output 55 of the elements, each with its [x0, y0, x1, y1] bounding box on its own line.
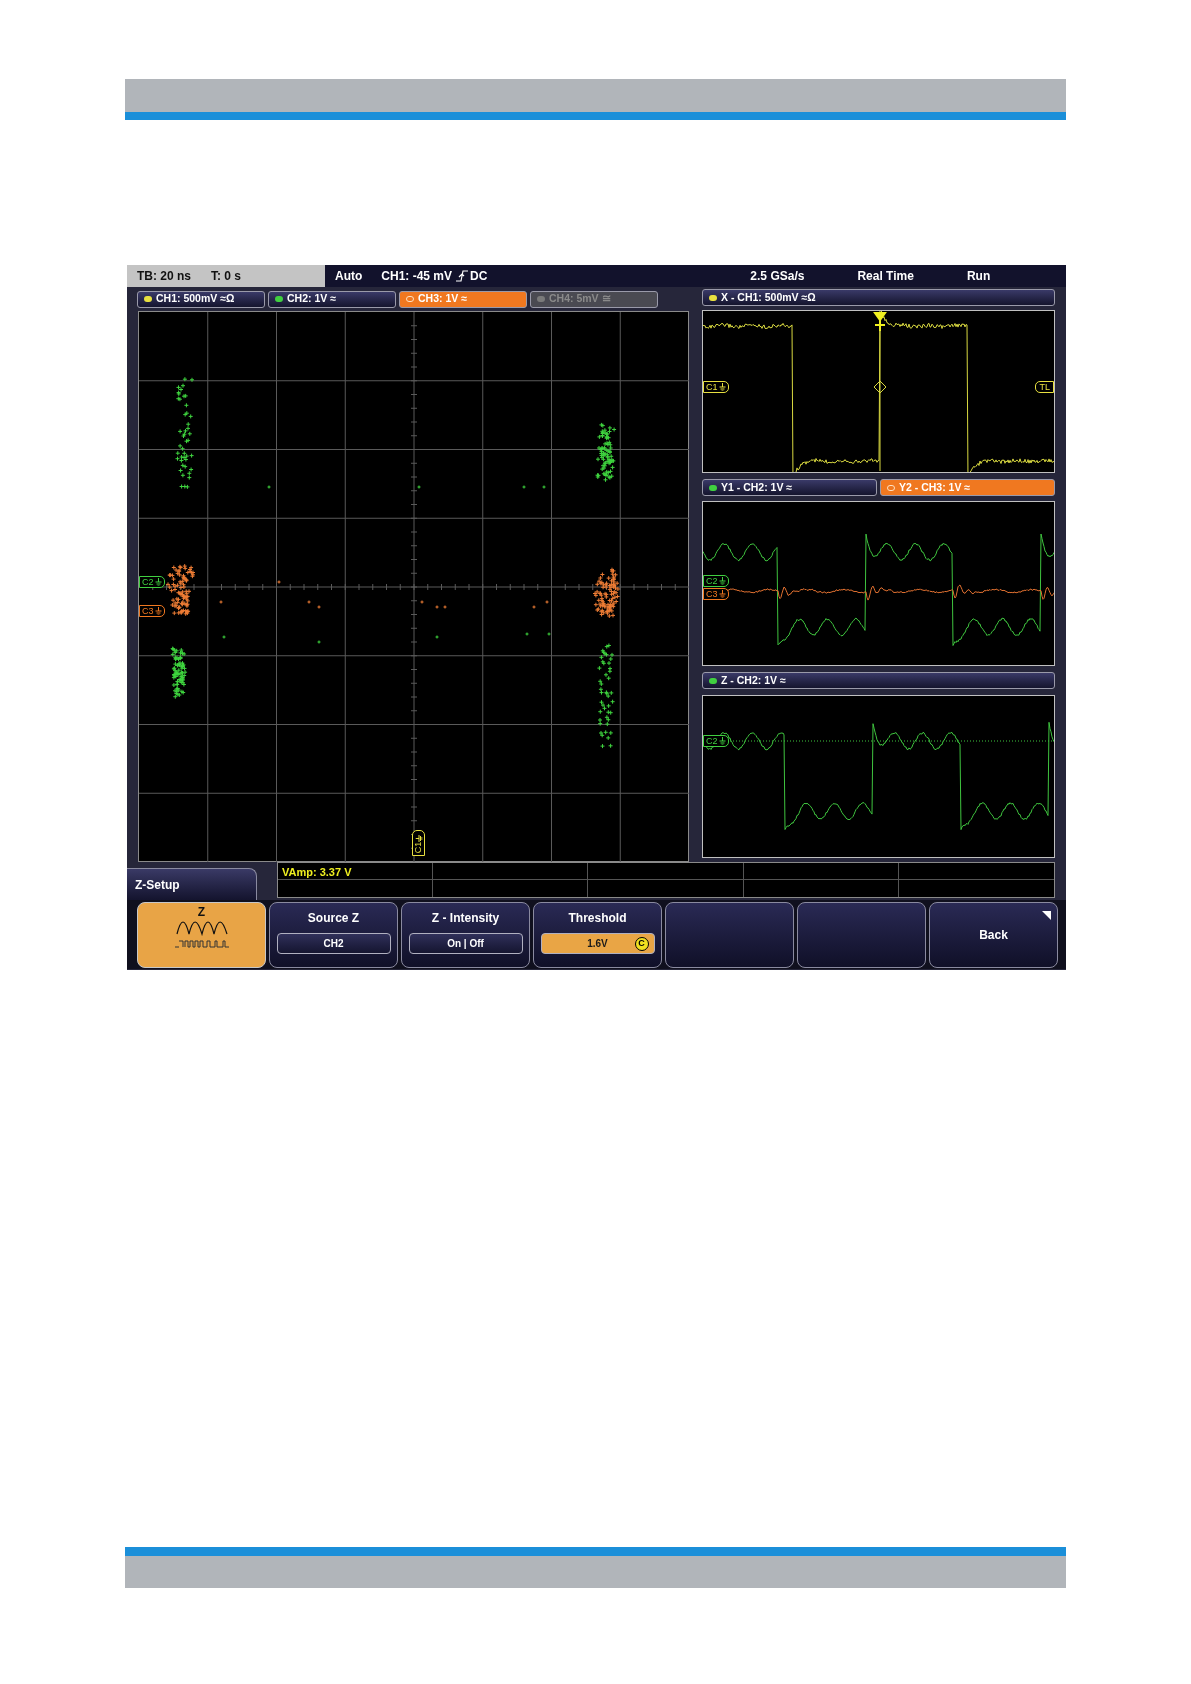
trigger-offset-text: T: 0 s	[211, 268, 242, 285]
acquisition-mode-text: Real Time	[857, 268, 914, 285]
value-text: 1.6V	[587, 937, 608, 951]
axis-tab[interactable]: Z - CH2: 1V ≈	[702, 672, 1055, 689]
ground-icon	[415, 834, 422, 842]
value-text: CH2	[323, 937, 344, 951]
z-label: Z	[197, 906, 206, 918]
trigger-position-icon	[874, 312, 887, 332]
channel-tab[interactable]: CH1: 500mV ≈Ω	[137, 290, 265, 308]
softkey[interactable]: Z - Intensity On | Off	[401, 902, 530, 968]
marker-label: TL	[1039, 382, 1050, 392]
marker-label: C1	[706, 382, 718, 392]
channel-label: Y2 - CH3: 1V ≈	[899, 479, 971, 495]
channel-label: Y1 - CH2: 1V ≈	[721, 479, 793, 495]
marker-label: C1	[414, 841, 423, 853]
channel-label: CH4: 5mV ≅	[549, 291, 611, 307]
softkey[interactable]: Threshold 1.6V C	[533, 902, 662, 968]
trigger-coupling-text: DC	[470, 268, 488, 285]
back-button[interactable]: Back	[929, 902, 1058, 968]
center-diamond-icon	[873, 380, 887, 394]
blank-softkey[interactable]	[665, 902, 794, 968]
sample-rate-text: 2.5 GSa/s	[750, 268, 805, 285]
menu-title: Z-Setup	[135, 876, 180, 894]
run-state-text: Run	[966, 268, 991, 285]
z-function-button[interactable]: Z	[137, 902, 266, 968]
marker-label: C3	[706, 589, 718, 599]
channel-label: CH2: 1V ≈	[287, 291, 336, 307]
value-field[interactable]: On | Off	[408, 933, 523, 954]
pulse-train-icon	[174, 940, 229, 948]
corner-triangle-icon	[1042, 911, 1051, 920]
value-field[interactable]: 1.6V C	[540, 933, 655, 954]
value-field[interactable]: CH2	[276, 933, 391, 954]
rising-edge-icon	[456, 270, 468, 282]
softkey-label: Threshold	[568, 910, 627, 927]
softkey-label: Source Z	[307, 910, 360, 927]
knob-badge: C	[634, 936, 649, 951]
marker-label: C3	[142, 606, 154, 616]
channel-label: X - CH1: 500mV ≈Ω	[721, 289, 816, 305]
timebase-text: TB: 20 ns	[137, 268, 191, 285]
marker-label: C2	[142, 577, 154, 587]
axis-tab[interactable]: Y1 - CH2: 1V ≈	[702, 479, 877, 496]
blank-softkey[interactable]	[797, 902, 926, 968]
marker-label: C2	[706, 576, 718, 586]
channel-label: CH1: 500mV ≈Ω	[156, 291, 235, 307]
marker-label: C2	[706, 736, 718, 746]
trigger-mode-text: Auto	[335, 268, 363, 285]
measurement-value: VAmp: 3.37 V	[282, 865, 352, 880]
channel-tab[interactable]: CH2: 1V ≈	[268, 290, 396, 308]
channel-label: Z - CH2: 1V ≈	[721, 672, 786, 688]
softkey-label: Z - Intensity	[431, 910, 500, 927]
value-text: On | Off	[447, 937, 484, 951]
axis-tab[interactable]: X - CH1: 500mV ≈Ω	[702, 289, 1055, 306]
trigger-level-text: CH1: -45 mV	[381, 268, 452, 285]
channel-label: CH3: 1V ≈	[418, 291, 467, 307]
softkey[interactable]: Source Z CH2	[269, 902, 398, 968]
